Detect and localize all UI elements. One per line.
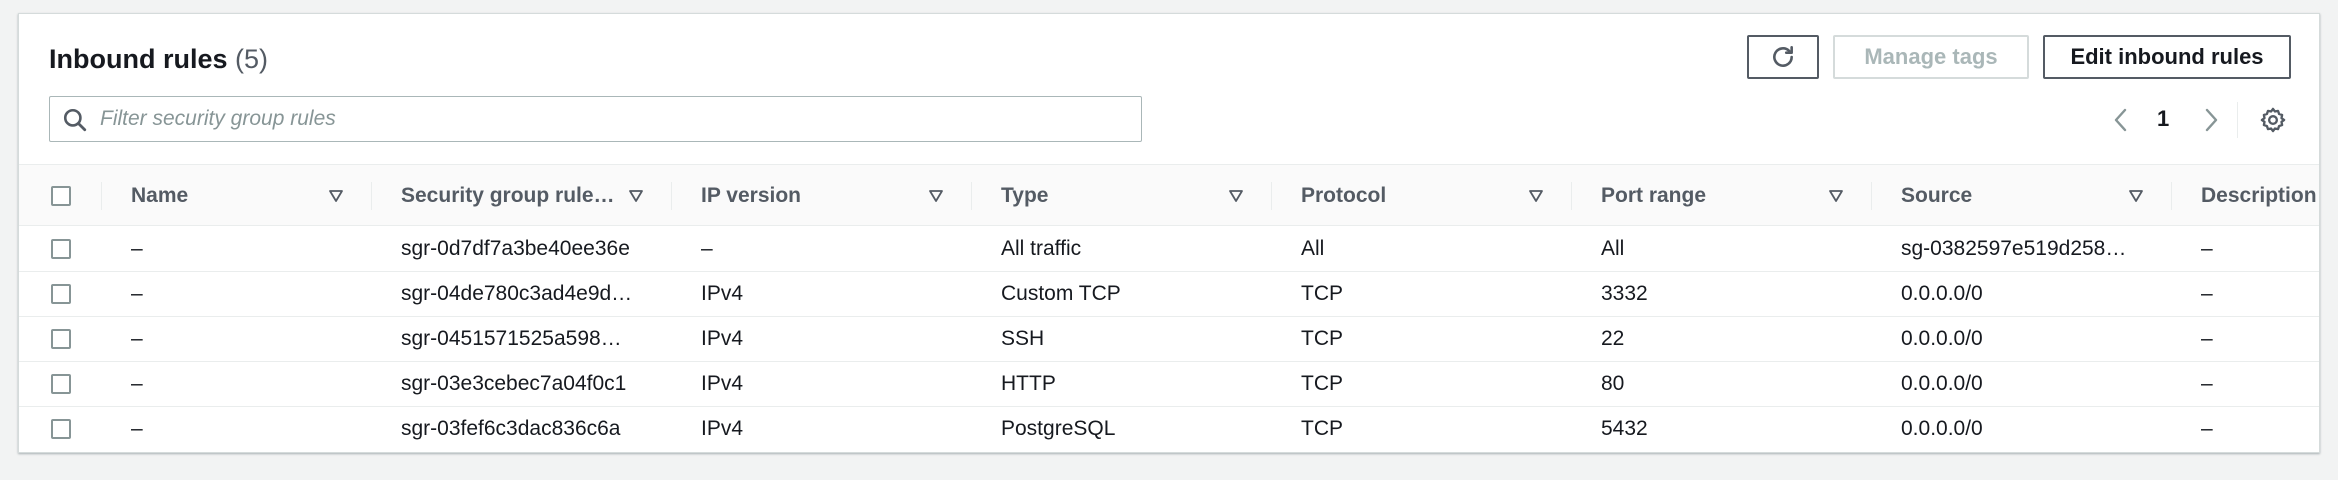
- cell-description: –: [2201, 417, 2213, 440]
- cell-protocol: TCP: [1301, 417, 1343, 440]
- cell-port-range: All: [1601, 237, 1625, 260]
- next-page-icon[interactable]: [2201, 106, 2221, 134]
- row-checkbox[interactable]: [51, 239, 71, 259]
- sort-triangle-icon[interactable]: [2127, 187, 2145, 205]
- cell-port-range: 5432: [1601, 417, 1648, 440]
- sort-triangle-icon[interactable]: [327, 187, 345, 205]
- table-row[interactable]: – sgr-03e3cebec7a04f0c1 IPv4 HTTP TCP 80…: [19, 362, 2319, 407]
- table-row[interactable]: – sgr-03fef6c3dac836c6a IPv4 PostgreSQL …: [19, 407, 2319, 452]
- sort-triangle-icon[interactable]: [1227, 187, 1245, 205]
- column-header-type[interactable]: Type: [1001, 165, 1048, 227]
- row-checkbox[interactable]: [51, 284, 71, 304]
- refresh-button[interactable]: [1747, 35, 1819, 79]
- cell-name: –: [131, 417, 143, 440]
- sort-triangle-icon[interactable]: [627, 187, 645, 205]
- cell-description: –: [2201, 372, 2213, 395]
- column-divider: [971, 182, 972, 210]
- search-icon: [63, 108, 87, 132]
- cell-name: –: [131, 237, 143, 260]
- sort-triangle-icon[interactable]: [1527, 187, 1545, 205]
- gear-icon[interactable]: [2259, 106, 2287, 134]
- edit-inbound-rules-button[interactable]: Edit inbound rules: [2043, 35, 2291, 79]
- table-header: Name Security group rule… IP version Typ…: [19, 164, 2319, 227]
- cell-description: –: [2201, 282, 2213, 305]
- cell-type: SSH: [1001, 327, 1045, 350]
- cell-protocol: All: [1301, 237, 1325, 260]
- column-divider: [1271, 182, 1272, 210]
- cell-source: 0.0.0.0/0: [1901, 372, 1983, 395]
- cell-name: –: [131, 282, 143, 305]
- cell-rule-id: sgr-0d7df7a3be40ee36e: [401, 237, 630, 260]
- column-header-rule-id[interactable]: Security group rule…: [401, 165, 615, 227]
- column-header-source[interactable]: Source: [1901, 165, 1972, 227]
- cell-ip-version: IPv4: [701, 327, 744, 350]
- row-checkbox[interactable]: [51, 374, 71, 394]
- manage-tags-button[interactable]: Manage tags: [1833, 35, 2029, 79]
- cell-source: 0.0.0.0/0: [1901, 282, 1983, 305]
- cell-port-range: 3332: [1601, 282, 1648, 305]
- cell-protocol: TCP: [1301, 327, 1343, 350]
- select-all-checkbox[interactable]: [51, 186, 71, 206]
- cell-port-range: 22: [1601, 327, 1625, 350]
- cell-protocol: TCP: [1301, 372, 1343, 395]
- previous-page-icon[interactable]: [2111, 106, 2131, 134]
- cell-rule-id: sgr-04de780c3ad4e9d…: [401, 282, 633, 305]
- column-header-name[interactable]: Name: [131, 165, 188, 227]
- cell-source: sg-0382597e519d258…: [1901, 237, 2127, 260]
- cell-description: –: [2201, 327, 2213, 350]
- column-divider: [1571, 182, 1572, 210]
- column-divider: [1871, 182, 1872, 210]
- column-divider: [671, 182, 672, 210]
- cell-protocol: TCP: [1301, 282, 1343, 305]
- cell-port-range: 80: [1601, 372, 1625, 395]
- page-title: Inbound rules (5): [49, 42, 268, 77]
- cell-name: –: [131, 327, 143, 350]
- cell-rule-id: sgr-03e3cebec7a04f0c1: [401, 372, 627, 395]
- cell-rule-id: sgr-0451571525a598…: [401, 327, 622, 350]
- cell-ip-version: IPv4: [701, 417, 744, 440]
- cell-type: All traffic: [1001, 237, 1082, 260]
- cell-source: 0.0.0.0/0: [1901, 417, 1983, 440]
- column-divider: [101, 182, 102, 210]
- cell-description: –: [2201, 237, 2213, 260]
- sort-triangle-icon[interactable]: [927, 187, 945, 205]
- cell-source: 0.0.0.0/0: [1901, 327, 1983, 350]
- cell-type: Custom TCP: [1001, 282, 1121, 305]
- divider: [2237, 102, 2238, 138]
- title-text: Inbound rules: [49, 44, 228, 74]
- column-header-protocol[interactable]: Protocol: [1301, 165, 1386, 227]
- cell-name: –: [131, 372, 143, 395]
- search-field[interactable]: [49, 96, 1142, 142]
- column-header-ip-version[interactable]: IP version: [701, 165, 801, 227]
- table-row[interactable]: – sgr-0451571525a598… IPv4 SSH TCP 22 0.…: [19, 317, 2319, 362]
- table-row[interactable]: – sgr-04de780c3ad4e9d… IPv4 Custom TCP T…: [19, 272, 2319, 317]
- current-page-number[interactable]: 1: [2157, 106, 2169, 132]
- column-header-port-range[interactable]: Port range: [1601, 165, 1706, 227]
- cell-type: HTTP: [1001, 372, 1056, 395]
- cell-rule-id: sgr-03fef6c3dac836c6a: [401, 417, 621, 440]
- column-divider: [2171, 182, 2172, 210]
- column-divider: [371, 182, 372, 210]
- table-row[interactable]: – sgr-0d7df7a3be40ee36e – All traffic Al…: [19, 227, 2319, 272]
- rule-count: (5): [235, 44, 269, 74]
- row-checkbox[interactable]: [51, 329, 71, 349]
- column-header-description[interactable]: Description: [2201, 165, 2317, 227]
- row-checkbox[interactable]: [51, 419, 71, 439]
- cell-ip-version: IPv4: [701, 282, 744, 305]
- cell-ip-version: IPv4: [701, 372, 744, 395]
- sort-triangle-icon[interactable]: [1827, 187, 1845, 205]
- cell-ip-version: –: [701, 237, 713, 260]
- cell-type: PostgreSQL: [1001, 417, 1116, 440]
- search-input[interactable]: [100, 97, 1130, 141]
- refresh-icon: [1773, 45, 1793, 67]
- inbound-rules-panel: Inbound rules (5) Manage tags Edit inbou…: [18, 13, 2320, 453]
